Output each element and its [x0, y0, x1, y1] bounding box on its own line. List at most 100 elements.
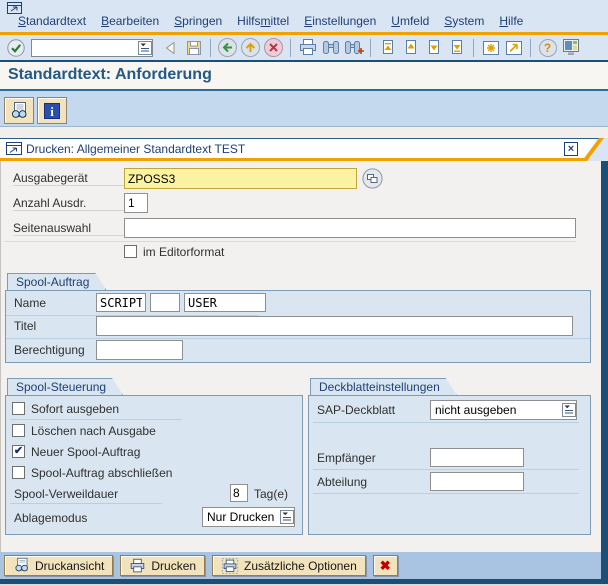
print-immediately-checkbox[interactable] — [12, 402, 25, 415]
menu-system[interactable]: System — [444, 14, 484, 28]
delete-after-output-checkbox[interactable] — [12, 424, 25, 437]
printer-icon — [129, 558, 146, 574]
output-device-input[interactable] — [124, 168, 357, 189]
new-session-button[interactable] — [479, 37, 502, 59]
command-history-icon[interactable] — [138, 41, 152, 55]
close-spool-request-checkbox[interactable] — [12, 466, 25, 479]
storage-mode-value: Nur Drucken — [207, 510, 274, 524]
red-x-icon: ✖ — [380, 559, 391, 572]
first-page-button[interactable] — [376, 37, 399, 59]
spool-control-tab: Spool-Steuerung — [7, 378, 123, 395]
dialog-close-button[interactable]: × — [564, 142, 578, 156]
nav-back-button[interactable] — [216, 37, 239, 59]
print-preview-footer-label: Druckansicht — [35, 559, 104, 573]
cover-settings-group: SAP-Deckblatt nicht ausgeben Empfänger A… — [308, 395, 591, 535]
next-page-button[interactable] — [422, 37, 445, 59]
new-spool-request-label: Neuer Spool-Auftrag — [31, 445, 140, 459]
dialog-corner-decoration — [580, 138, 608, 161]
menu-standardtext[interactable]: Standardtext — [18, 14, 86, 28]
window-top-bar: Standardtext Bearbeiten Springen Hilfsmi… — [0, 0, 608, 35]
copies-input[interactable] — [124, 193, 148, 213]
back-button[interactable] — [159, 37, 182, 59]
storage-mode-label: Ablagemodus — [14, 511, 87, 525]
first-page-icon — [379, 39, 397, 57]
menu-einstellungen[interactable]: Einstellungen — [304, 14, 376, 28]
print-footer-label: Drucken — [151, 559, 196, 573]
menu-springen[interactable]: Springen — [174, 14, 222, 28]
menu-hilfe[interactable]: Hilfe — [499, 14, 523, 28]
info-button[interactable]: i — [37, 97, 67, 124]
shortcut-icon — [504, 39, 524, 57]
cancel-dialog-button[interactable]: ✖ — [373, 555, 398, 576]
print-footer-button[interactable]: Drucken — [120, 555, 205, 576]
menu-bearbeiten[interactable]: Bearbeiten — [101, 14, 159, 28]
spool-control-group: Sofort ausgeben Löschen nach Ausgabe Neu… — [5, 395, 303, 535]
dialog-window-icon — [6, 142, 23, 156]
spool-name-input-1[interactable] — [96, 293, 146, 312]
nav-up-icon — [240, 37, 261, 58]
row-separator — [6, 338, 590, 339]
spool-request-group: Name Titel Berechtigung — [5, 290, 591, 363]
close-spool-request-label: Spool-Auftrag abschließen — [31, 466, 172, 480]
find-button[interactable] — [319, 37, 342, 59]
print-dialog: Drucken: Allgemeiner Standardtext TEST ×… — [0, 138, 608, 586]
new-spool-request-checkbox[interactable] — [12, 445, 25, 458]
recipient-input[interactable] — [430, 448, 524, 467]
page-selection-input[interactable] — [124, 218, 576, 238]
authorization-input[interactable] — [96, 340, 183, 360]
help-button[interactable]: ? — [536, 37, 559, 59]
retention-input[interactable] — [230, 484, 248, 502]
dialog-footer: Druckansicht Drucken Zusätzliche Optione… — [0, 552, 601, 579]
content-gap — [0, 127, 608, 138]
additional-options-label: Zusätzliche Optionen — [244, 559, 357, 573]
back-triangle-icon — [162, 39, 180, 57]
find-next-button[interactable] — [342, 37, 365, 59]
dialog-body: Ausgabegerät Anzahl Ausdr. Seitenauswahl… — [0, 161, 601, 552]
new-session-icon — [481, 39, 501, 57]
department-input[interactable] — [430, 472, 524, 491]
sap-cover-value: nicht ausgeben — [435, 403, 516, 417]
last-page-button[interactable] — [445, 37, 468, 59]
storage-mode-dropdown[interactable]: Nur Drucken — [202, 507, 295, 527]
command-field[interactable] — [31, 39, 153, 57]
page-selection-label: Seitenauswahl — [13, 221, 124, 236]
previous-page-button[interactable] — [399, 37, 422, 59]
nav-cancel-button[interactable] — [262, 37, 285, 59]
sap-cover-dropdown[interactable]: nicht ausgeben — [430, 400, 577, 420]
create-shortcut-button[interactable] — [502, 37, 525, 59]
output-device-matchcode-button[interactable] — [362, 168, 383, 189]
editor-format-checkbox[interactable] — [124, 245, 137, 258]
print-preview-button[interactable] — [4, 97, 34, 124]
page-title: Standardtext: Anforderung — [0, 62, 608, 91]
additional-options-button[interactable]: Zusätzliche Optionen — [212, 555, 366, 576]
print-button[interactable] — [296, 37, 319, 59]
command-input[interactable] — [32, 41, 138, 55]
printer-options-icon — [221, 558, 239, 574]
spool-name-input-3[interactable] — [184, 293, 266, 312]
toolbar-separator — [530, 39, 531, 57]
customize-layout-button[interactable] — [559, 37, 582, 59]
window-menu-icon[interactable] — [7, 2, 24, 14]
menu-hilfsmittel[interactable]: Hilfsmittel — [237, 14, 289, 28]
close-icon: × — [568, 143, 574, 155]
print-immediately-label: Sofort ausgeben — [31, 402, 119, 416]
enter-button[interactable] — [4, 37, 27, 59]
cancel-x-icon — [263, 37, 284, 58]
menu-umfeld[interactable]: Umfeld — [391, 14, 429, 28]
row-separator — [313, 469, 579, 470]
menu-bar: Standardtext Bearbeiten Springen Hilfsmi… — [18, 14, 523, 28]
department-label: Abteilung — [317, 475, 367, 489]
spool-request-tab: Spool-Auftrag — [7, 273, 106, 290]
spool-name-input-2[interactable] — [150, 293, 180, 312]
print-preview-footer-button[interactable]: Druckansicht — [4, 555, 113, 576]
system-toolbar: ? — [0, 35, 608, 62]
row-separator — [5, 241, 576, 242]
dialog-bottom-border — [0, 579, 608, 584]
spool-name-label: Name — [14, 296, 46, 310]
save-button[interactable] — [182, 37, 205, 59]
spool-title-input[interactable] — [96, 316, 573, 336]
nav-exit-button[interactable] — [239, 37, 262, 59]
row-separator — [313, 422, 579, 423]
help-icon: ? — [539, 39, 557, 57]
authorization-label: Berechtigung — [14, 343, 85, 357]
